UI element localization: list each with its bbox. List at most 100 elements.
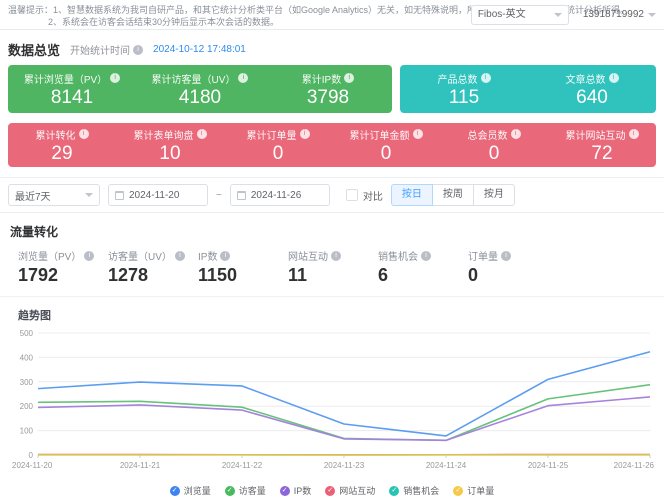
svg-text:2024-11-22: 2024-11-22 bbox=[222, 461, 263, 470]
date-range-select[interactable]: 最近7天 bbox=[8, 184, 100, 206]
granularity-button-按日[interactable]: 按日 bbox=[391, 184, 433, 206]
traffic-metric-label: 访客量（UV）i bbox=[108, 248, 196, 263]
info-icon[interactable]: i bbox=[501, 251, 511, 261]
cumulative-traffic-metric-value: 8141 bbox=[8, 87, 136, 108]
info-icon[interactable]: i bbox=[481, 73, 491, 83]
traffic-metric-label-text: 网站互动 bbox=[288, 248, 328, 263]
calendar-icon bbox=[237, 191, 246, 200]
traffic-metric: 销售机会i 6 bbox=[378, 248, 466, 286]
content-total-metric-label: 产品总数i bbox=[400, 71, 528, 86]
cumulative-conversion-metric-label-text: 累计订单量 bbox=[247, 127, 297, 142]
info-icon[interactable]: i bbox=[220, 251, 230, 261]
info-icon[interactable]: i bbox=[511, 129, 521, 139]
traffic-metric-label-text: IP数 bbox=[198, 248, 217, 263]
cumulative-traffic-metric-label-text: 累计访客量（UV） bbox=[152, 71, 236, 86]
svg-text:2024-11-26: 2024-11-26 bbox=[614, 461, 655, 470]
info-icon[interactable]: i bbox=[331, 251, 341, 261]
cumulative-conversion-metric-label: 累计订单量i bbox=[224, 127, 332, 142]
svg-text:2024-11-20: 2024-11-20 bbox=[12, 461, 53, 470]
cumulative-conversion-metric-value: 0 bbox=[332, 143, 440, 164]
date-from-input[interactable]: 2024-11-20 bbox=[108, 184, 208, 206]
date-to-input[interactable]: 2024-11-26 bbox=[230, 184, 330, 206]
content-total-metric-label-text: 产品总数 bbox=[438, 71, 478, 86]
page-title: 数据总览 bbox=[8, 40, 60, 59]
compare-control: 对比 bbox=[346, 188, 383, 203]
traffic-metric: 浏览量（PV）i 1792 bbox=[18, 248, 106, 286]
info-icon[interactable]: i bbox=[344, 73, 354, 83]
info-icon[interactable]: i bbox=[84, 251, 94, 261]
cumulative-conversion-metric-value: 10 bbox=[116, 143, 224, 164]
info-icon[interactable]: i bbox=[175, 251, 185, 261]
cumulative-conversion-metric: 累计表单询盘i10 bbox=[116, 127, 224, 164]
traffic-metric-label: 订单量i bbox=[468, 248, 556, 263]
legend-item-访客量[interactable]: ✓ 访客量 bbox=[225, 484, 266, 497]
cumulative-conversion-metric-value: 0 bbox=[224, 143, 332, 164]
info-icon[interactable]: i bbox=[421, 251, 431, 261]
legend-check-icon: ✓ bbox=[170, 486, 180, 496]
chart-legend: ✓浏览量✓访客量✓IP数✓网站互动✓销售机会✓订单量 bbox=[8, 484, 656, 497]
traffic-metric-label-text: 访客量（UV） bbox=[108, 248, 172, 263]
legend-label: 销售机会 bbox=[403, 484, 439, 497]
traffic-metric-value: 1150 bbox=[198, 265, 286, 286]
info-icon[interactable]: i bbox=[300, 129, 310, 139]
site-select[interactable]: Fibos-英文 bbox=[471, 5, 569, 25]
cumulative-conversion-metric-label: 总会员数i bbox=[440, 127, 548, 142]
start-time-label: 开始统计时间 i bbox=[70, 42, 143, 57]
traffic-metric-label: 浏览量（PV）i bbox=[18, 248, 106, 263]
trend-chart-title: 趋势图 bbox=[18, 307, 656, 323]
info-icon[interactable]: i bbox=[238, 73, 248, 83]
legend-item-浏览量[interactable]: ✓ 浏览量 bbox=[170, 484, 211, 497]
legend-item-IP数[interactable]: ✓ IP数 bbox=[280, 484, 312, 497]
cumulative-conversion-metric: 累计转化i29 bbox=[8, 127, 116, 164]
filter-bar: 最近7天 2024-11-20 ~ 2024-11-26 对比 按日按周按月 bbox=[0, 177, 664, 213]
legend-label: IP数 bbox=[294, 484, 312, 497]
cumulative-traffic-metric-value: 4180 bbox=[136, 87, 264, 108]
traffic-conversion-section: 流量转化 浏览量（PV）i1792访客量（UV）i1278IP数i1150网站互… bbox=[0, 213, 664, 297]
legend-item-网站互动[interactable]: ✓网站互动 bbox=[325, 484, 375, 497]
traffic-metric-value: 6 bbox=[378, 265, 466, 286]
cumulative-conversion-metric: 总会员数i0 bbox=[440, 127, 548, 164]
legend-label: 访客量 bbox=[239, 484, 266, 497]
trend-line-chart[interactable]: 01002003004005002024-11-202024-11-212024… bbox=[8, 327, 656, 482]
cumulative-conversion-metric: 累计订单量i0 bbox=[224, 127, 332, 164]
traffic-metrics-row: 浏览量（PV）i1792访客量（UV）i1278IP数i1150网站互动i11销… bbox=[8, 248, 656, 296]
info-icon[interactable]: i bbox=[79, 129, 89, 139]
cumulative-conversion-metric-label-text: 累计网站互动 bbox=[566, 127, 626, 142]
info-icon[interactable]: i bbox=[609, 73, 619, 83]
legend-check-icon: ✓ bbox=[225, 486, 235, 496]
chevron-down-icon bbox=[554, 13, 562, 17]
svg-text:400: 400 bbox=[20, 353, 34, 362]
legend-item-订单量[interactable]: ✓订单量 bbox=[453, 484, 494, 497]
legend-check-icon: ✓ bbox=[325, 486, 335, 496]
chevron-down-icon bbox=[85, 193, 93, 197]
traffic-section-title: 流量转化 bbox=[10, 223, 656, 240]
traffic-metric: IP数i 1150 bbox=[198, 248, 286, 286]
account-menu[interactable]: 13918719992 bbox=[583, 9, 656, 21]
traffic-metric-label: IP数i bbox=[198, 248, 286, 263]
traffic-metric-value: 1792 bbox=[18, 265, 106, 286]
info-icon[interactable]: i bbox=[197, 129, 207, 139]
overview-cards-row2: 累计转化i29累计表单询盘i10累计订单量i0累计订单金额i0总会员数i0累计网… bbox=[0, 113, 664, 167]
account-phone: 13918719992 bbox=[583, 9, 644, 21]
svg-text:500: 500 bbox=[20, 329, 34, 338]
info-icon[interactable]: i bbox=[413, 129, 423, 139]
legend-item-销售机会[interactable]: ✓销售机会 bbox=[389, 484, 439, 497]
traffic-metric-label-text: 销售机会 bbox=[378, 248, 418, 263]
cumulative-traffic-metric: 累计浏览量（PV）i8141 bbox=[8, 71, 136, 108]
cumulative-traffic-metric-label: 累计浏览量（PV）i bbox=[8, 71, 136, 86]
trend-chart-section: 趋势图 01002003004005002024-11-202024-11-21… bbox=[0, 297, 664, 497]
info-icon[interactable]: i bbox=[110, 73, 120, 83]
traffic-metric-value: 1278 bbox=[108, 265, 196, 286]
info-icon[interactable]: i bbox=[133, 45, 143, 55]
compare-checkbox[interactable] bbox=[346, 189, 358, 201]
legend-label: 浏览量 bbox=[184, 484, 211, 497]
products-articles-card: 产品总数i115文章总数i640 bbox=[400, 65, 656, 113]
cumulative-conversion-metric-label: 累计订单金额i bbox=[332, 127, 440, 142]
overview-cards-row1: 累计浏览量（PV）i8141累计访客量（UV）i4180累计IP数i3798 产… bbox=[0, 65, 664, 113]
granularity-button-按月[interactable]: 按月 bbox=[473, 184, 515, 206]
info-icon[interactable]: i bbox=[629, 129, 639, 139]
date-range-value: 最近7天 bbox=[15, 188, 51, 203]
granularity-button-按周[interactable]: 按周 bbox=[432, 184, 474, 206]
content-total-metric: 文章总数i640 bbox=[528, 71, 656, 108]
legend-check-icon: ✓ bbox=[280, 486, 290, 496]
